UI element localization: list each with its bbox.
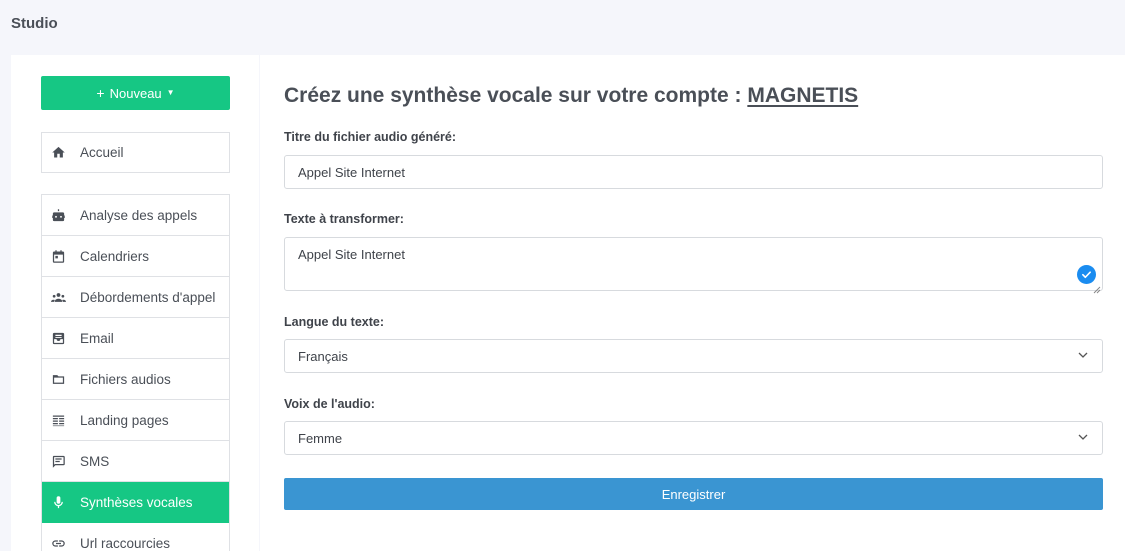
language-field-label: Langue du texte:	[284, 315, 385, 329]
microphone-icon	[51, 495, 66, 510]
sidebar-item-label: SMS	[80, 453, 110, 469]
sidebar-item-debordements-d-appel[interactable]: Débordements d'appel	[42, 277, 229, 318]
chevron-down-icon	[1077, 349, 1089, 364]
sidebar-item-calendriers[interactable]: Calendriers	[42, 236, 229, 277]
chevron-down-icon	[1077, 431, 1089, 446]
folder-icon	[51, 372, 66, 387]
plus-icon: +	[96, 85, 105, 101]
group-icon	[51, 290, 66, 305]
home-nav-group: Accueil	[41, 132, 230, 173]
email-icon	[51, 331, 66, 346]
link-icon	[51, 536, 66, 551]
voice-select[interactable]: Femme	[284, 421, 1103, 455]
sidebar-item-label: Fichiers audios	[80, 371, 171, 387]
text-area[interactable]: Appel Site Internet	[285, 238, 1102, 290]
sidebar-item-sms[interactable]: SMS	[42, 441, 229, 482]
calendar-icon	[51, 249, 66, 264]
sms-icon	[51, 454, 66, 469]
sidebar-item-label: Url raccourcies	[80, 535, 171, 551]
account-link[interactable]: MAGNETIS	[747, 84, 858, 107]
home-icon	[51, 145, 66, 160]
sidebar-item-label: Accueil	[80, 145, 124, 160]
voice-field-label: Voix de l'audio:	[284, 397, 375, 411]
sidebar-item-analyse-des-appels[interactable]: Analyse des appels	[42, 195, 229, 236]
sidebar-item-accueil[interactable]: Accueil	[42, 133, 229, 172]
voice-select-value: Femme	[298, 430, 343, 446]
new-button-label: Nouveau	[109, 85, 162, 101]
sidebar-item-landing-pages[interactable]: Landing pages	[42, 400, 229, 441]
sidebar-item-fichiers-audios[interactable]: Fichiers audios	[42, 359, 229, 400]
sidebar-nav: Analyse des appels Calendriers Débordeme…	[41, 194, 230, 551]
text-field-label: Texte à transformer:	[284, 212, 404, 226]
language-select-value: Français	[298, 348, 348, 364]
sidebar-item-label: Synthèses vocales	[80, 494, 193, 510]
caret-down-icon: ▼	[166, 88, 175, 97]
sidebar-item-url-raccourcies[interactable]: Url raccourcies	[42, 523, 229, 551]
title-input[interactable]	[284, 155, 1103, 189]
sidebar-item-syntheses-vocales[interactable]: Synthèses vocales	[42, 482, 229, 523]
save-button[interactable]: Enregistrer	[284, 478, 1103, 510]
resize-handle-icon[interactable]	[1093, 281, 1101, 294]
main-panel: Créez une synthèse vocale sur votre comp…	[260, 55, 1125, 551]
app-title: Studio	[11, 15, 58, 32]
sidebar-item-label: Calendriers	[80, 248, 150, 264]
page-title: Créez une synthèse vocale sur votre comp…	[284, 84, 858, 108]
text-area-container: Appel Site Internet	[284, 237, 1103, 294]
sidebar-item-email[interactable]: Email	[42, 318, 229, 359]
page-title-prefix: Créez une synthèse vocale sur votre comp…	[284, 84, 742, 107]
sidebar: + Nouveau ▼ Accueil Analyse des appels C…	[11, 55, 259, 551]
robot-icon	[51, 208, 66, 223]
sidebar-item-label: Analyse des appels	[80, 207, 198, 223]
title-field-label: Titre du fichier audio généré:	[284, 130, 457, 144]
sidebar-item-label: Débordements d'appel	[80, 289, 216, 305]
sidebar-item-label: Email	[80, 330, 114, 346]
new-button[interactable]: + Nouveau ▼	[41, 76, 230, 110]
language-select[interactable]: Français	[284, 339, 1103, 373]
landing-page-icon	[51, 413, 66, 428]
sidebar-item-label: Landing pages	[80, 412, 169, 428]
